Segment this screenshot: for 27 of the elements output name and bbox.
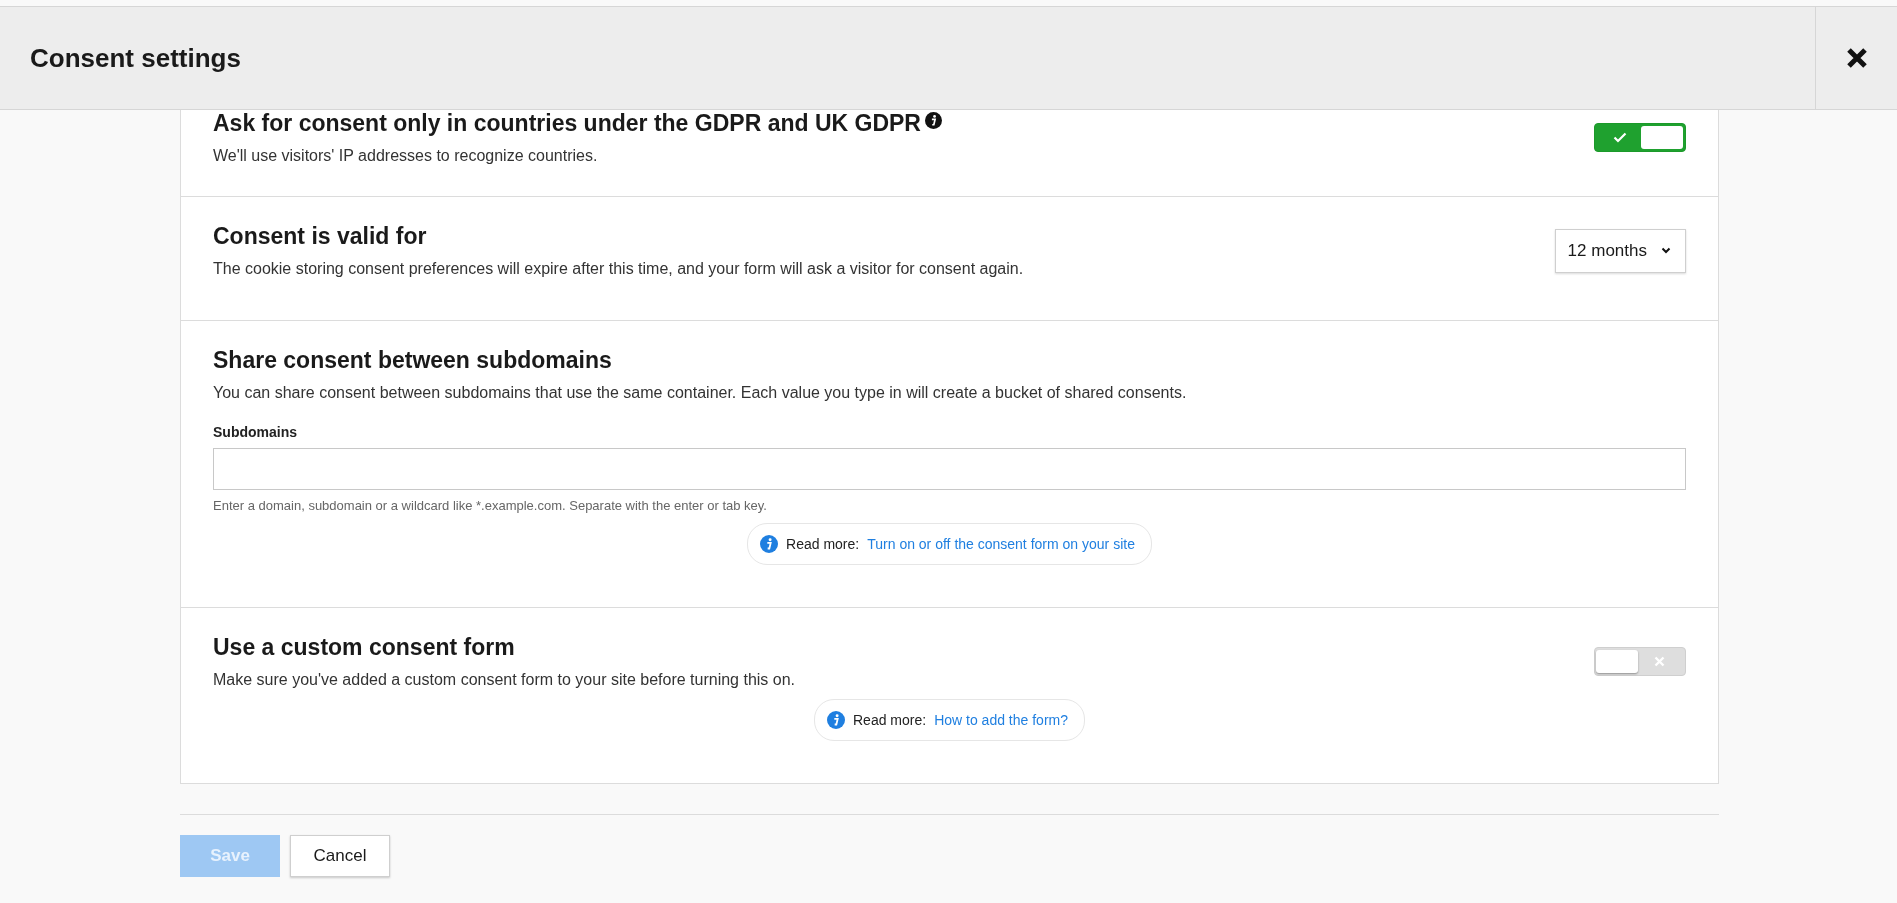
cancel-button[interactable]: Cancel <box>290 835 390 877</box>
section-description: You can share consent between subdomains that use the same container. Each value you type in will create a bucket of shared consents. <box>213 384 1187 402</box>
check-icon <box>1613 132 1627 143</box>
read-more-label: Read more: <box>786 536 860 552</box>
section-heading: Consent is valid for <box>213 223 427 250</box>
chevron-down-icon <box>1661 247 1671 254</box>
duration-dropdown[interactable]: 12 months <box>1554 228 1686 273</box>
section-description: The cookie storing consent preferences will expire after this time, and your form will ask a visitor for consent again. <box>213 260 1024 278</box>
section-description: We'll use visitors' IP addresses to recognize countries. <box>213 147 599 165</box>
section-heading: Use a custom consent form <box>213 634 515 661</box>
help-link[interactable]: How to add the form? <box>934 712 1068 728</box>
info-icon <box>827 711 845 729</box>
section-description: Make sure you've added a custom consent form to your site before turning this on. <box>213 671 796 689</box>
subdomains-input[interactable] <box>213 448 1686 490</box>
x-icon <box>1654 656 1665 667</box>
section-heading: Share consent between subdomains <box>213 347 612 374</box>
field-label: Subdomains <box>213 424 298 440</box>
read-more-label: Read more: <box>853 712 927 728</box>
toggle-switch[interactable] <box>1594 123 1686 152</box>
info-icon[interactable] <box>924 112 942 129</box>
dialog-title: Consent settings <box>29 41 242 75</box>
section-heading: Ask for consent only in countries under the GDPR and UK GDPR <box>213 110 921 137</box>
toggle-switch[interactable] <box>1594 647 1686 676</box>
help-link[interactable]: Turn on or off the consent form on your site <box>867 536 1135 552</box>
info-icon <box>760 535 779 553</box>
close-icon <box>1845 47 1868 69</box>
field-hint: Enter a domain, subdomain or a wildcard like *.example.com. Separate with the enter or tab key. <box>213 498 768 513</box>
